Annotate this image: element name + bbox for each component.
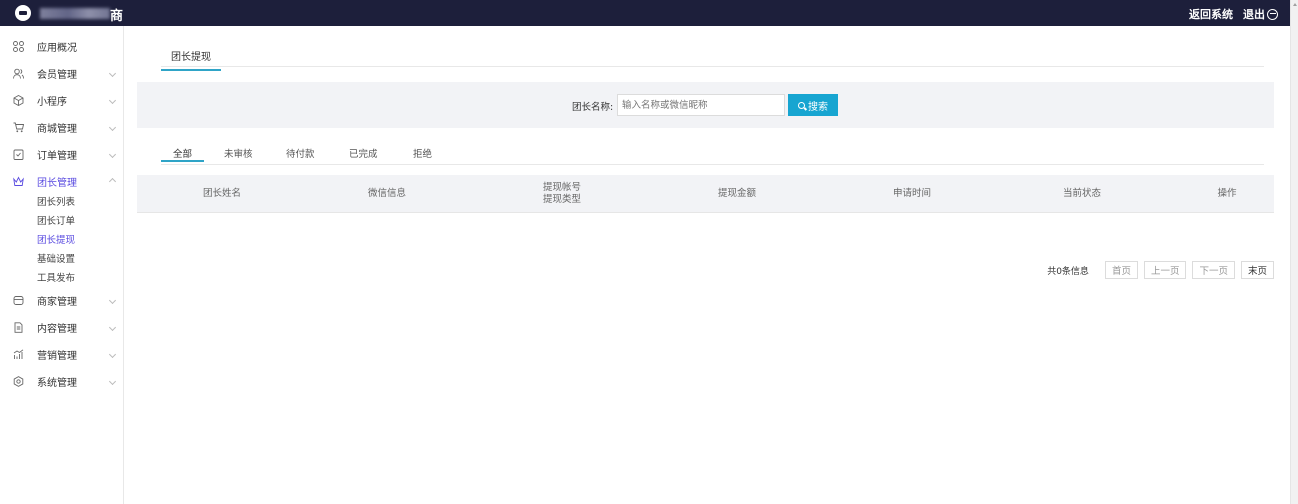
sidebar-item-label: 商城管理	[37, 123, 77, 135]
tab-pending-payment[interactable]: 待付款	[286, 146, 315, 160]
search-icon	[798, 101, 805, 109]
sidebar-item-label: 内容管理	[37, 323, 77, 335]
column-label: 微信信息	[367, 188, 406, 199]
search-button-label: 搜索	[808, 101, 828, 113]
search-button[interactable]: 搜索	[788, 94, 838, 116]
return-system-link[interactable]: 返回系统	[1189, 6, 1233, 22]
chart-icon	[13, 348, 24, 360]
sidebar: 应用概况 会员管理 小程序 商城管理 订单管理 团长管理 团长列表 团长订单 团…	[0, 26, 124, 504]
tab-pending-review[interactable]: 未审核	[224, 146, 253, 160]
tab-completed[interactable]: 已完成	[349, 146, 378, 160]
pagination: 共0条信息 首页 上一页 下一页 末页	[1047, 261, 1274, 279]
cart-icon	[13, 122, 25, 133]
column-label: 提现类型	[542, 194, 581, 205]
column-wechat-info: 微信信息	[342, 175, 432, 213]
search-panel: 团长名称: 搜索	[137, 82, 1274, 128]
sidebar-item-merchants[interactable]: 商家管理	[0, 290, 124, 310]
settings-icon	[13, 375, 24, 387]
store-icon	[13, 295, 24, 306]
submenu-leader-withdraw[interactable]: 团长提现	[37, 232, 75, 246]
chevron-down-icon	[108, 350, 117, 358]
column-label: 当前状态	[1062, 188, 1101, 199]
submenu-tool-publish[interactable]: 工具发布	[37, 270, 75, 284]
column-leader-name: 团长姓名	[177, 175, 267, 213]
chevron-down-icon	[108, 323, 117, 331]
column-amount: 提现金额	[692, 175, 782, 213]
sidebar-item-label: 会员管理	[37, 69, 77, 81]
active-tab-indicator	[161, 160, 204, 162]
chevron-up-icon	[108, 177, 117, 185]
users-icon	[13, 68, 24, 79]
sidebar-item-label: 订单管理	[37, 150, 77, 162]
tab-all[interactable]: 全部	[173, 146, 192, 160]
first-page-button[interactable]: 首页	[1104, 261, 1138, 279]
clipboard-icon	[13, 149, 24, 160]
search-input[interactable]	[617, 94, 785, 116]
grid-icon	[13, 40, 24, 52]
logo-icon	[15, 5, 31, 21]
column-label: 提现帐号	[542, 182, 581, 193]
sidebar-item-label: 团长管理	[37, 177, 77, 189]
column-label: 团长姓名	[202, 188, 241, 199]
column-apply-time: 申请时间	[867, 175, 957, 213]
sidebar-item-label: 小程序	[37, 96, 67, 108]
sidebar-item-mini-program[interactable]: 小程序	[0, 90, 124, 110]
next-page-button[interactable]: 下一页	[1192, 261, 1235, 279]
logout-button[interactable]: 退出	[1243, 6, 1278, 22]
sidebar-item-system[interactable]: 系统管理	[0, 371, 124, 391]
column-label: 提现金额	[717, 188, 756, 199]
column-label: 操作	[1217, 188, 1237, 199]
sidebar-item-label: 商家管理	[37, 296, 77, 308]
chevron-down-icon	[108, 150, 117, 158]
column-withdraw-account: 提现帐号 提现类型	[517, 175, 607, 213]
divider	[161, 66, 1264, 67]
chevron-down-icon	[108, 296, 117, 304]
sidebar-item-marketing[interactable]: 营销管理	[0, 344, 124, 364]
search-label: 团长名称:	[572, 102, 614, 113]
document-icon	[13, 321, 24, 333]
chevron-down-icon	[108, 96, 117, 104]
brand-suffix: 商	[110, 9, 124, 24]
sidebar-item-app-overview[interactable]: 应用概况	[0, 36, 124, 56]
submenu-leader-orders[interactable]: 团长订单	[37, 213, 75, 227]
column-status: 当前状态	[1037, 175, 1127, 213]
prev-page-button[interactable]: 上一页	[1143, 261, 1187, 279]
pagination-total: 共0条信息	[1047, 266, 1089, 277]
top-bar: 商 返回系统 退出	[0, 0, 1290, 26]
sidebar-item-label: 系统管理	[37, 377, 77, 389]
column-label: 申请时间	[892, 188, 931, 199]
brand-name-redacted	[40, 8, 110, 19]
submenu-basic-settings[interactable]: 基础设置	[37, 251, 75, 265]
sidebar-item-label: 营销管理	[37, 350, 77, 362]
divider	[161, 164, 1264, 165]
tab-leader-withdraw[interactable]: 团长提现	[161, 48, 221, 71]
column-actions: 操作	[1182, 175, 1272, 213]
vertical-scrollbar[interactable]	[1290, 0, 1298, 504]
logout-label: 退出	[1243, 8, 1265, 21]
hexagon-icon	[13, 94, 24, 106]
logout-icon	[1267, 8, 1278, 20]
table-header: 团长姓名 微信信息 提现帐号 提现类型 提现金额 申请时间 当前状态 操作	[137, 175, 1274, 213]
tab-rejected[interactable]: 拒绝	[413, 146, 432, 160]
last-page-button[interactable]: 末页	[1240, 261, 1274, 279]
chevron-down-icon	[108, 377, 117, 385]
submenu-leader-list[interactable]: 团长列表	[37, 194, 75, 208]
sidebar-item-label: 应用概况	[37, 42, 77, 54]
chevron-down-icon	[108, 69, 117, 77]
sidebar-item-members[interactable]: 会员管理	[0, 63, 124, 83]
sidebar-item-leaders[interactable]: 团长管理	[0, 171, 124, 191]
sidebar-item-content[interactable]: 内容管理	[0, 317, 124, 337]
sidebar-item-mall[interactable]: 商城管理	[0, 117, 124, 137]
crown-icon	[13, 175, 24, 187]
sidebar-item-orders[interactable]: 订单管理	[0, 144, 124, 164]
chevron-down-icon	[108, 123, 117, 131]
